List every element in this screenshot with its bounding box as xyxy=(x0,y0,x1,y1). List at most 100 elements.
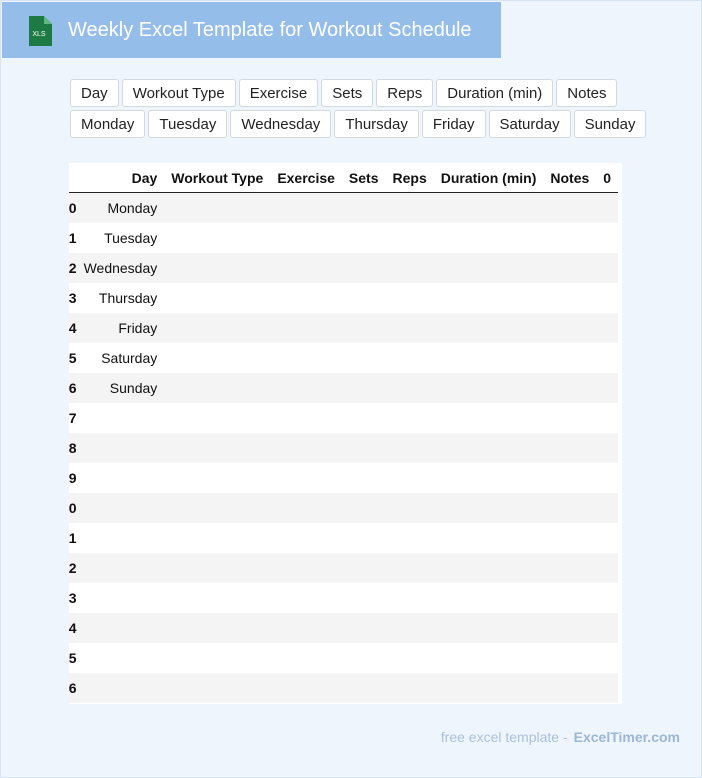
table-cell[interactable] xyxy=(596,553,619,583)
table-cell[interactable] xyxy=(596,343,619,373)
table-cell[interactable] xyxy=(433,463,544,493)
table-cell[interactable] xyxy=(543,192,597,223)
table-cell[interactable] xyxy=(596,463,619,493)
table-cell[interactable] xyxy=(341,523,386,553)
table-cell[interactable] xyxy=(341,583,386,613)
table-cell[interactable] xyxy=(433,403,544,433)
table-cell[interactable] xyxy=(164,583,271,613)
table-cell[interactable] xyxy=(270,433,342,463)
table-cell[interactable] xyxy=(433,283,544,313)
table-cell[interactable] xyxy=(341,283,386,313)
table-cell[interactable] xyxy=(433,583,544,613)
table-cell[interactable] xyxy=(270,583,342,613)
table-cell[interactable] xyxy=(596,643,619,673)
table-cell[interactable] xyxy=(385,463,434,493)
table-cell[interactable] xyxy=(543,343,597,373)
table-cell[interactable] xyxy=(270,403,342,433)
table-cell[interactable] xyxy=(385,403,434,433)
day-cell[interactable]: Saturday xyxy=(76,343,165,373)
column-chip[interactable]: Sunday xyxy=(573,110,647,138)
table-cell[interactable] xyxy=(270,253,342,283)
table-cell[interactable] xyxy=(270,523,342,553)
table-cell[interactable] xyxy=(164,192,271,223)
table-cell[interactable] xyxy=(543,403,597,433)
day-cell[interactable] xyxy=(76,553,165,583)
column-chip[interactable]: Exercise xyxy=(238,79,319,107)
footer-site-link[interactable]: ExcelTimer.com xyxy=(574,729,680,745)
table-cell[interactable] xyxy=(385,553,434,583)
day-cell[interactable]: Thursday xyxy=(76,283,165,313)
table-cell[interactable] xyxy=(385,583,434,613)
table-cell[interactable] xyxy=(433,673,544,703)
table-cell[interactable] xyxy=(164,433,271,463)
table-cell[interactable] xyxy=(164,673,271,703)
table-cell[interactable] xyxy=(596,433,619,463)
table-cell[interactable] xyxy=(433,223,544,253)
table-cell[interactable] xyxy=(270,373,342,403)
day-cell[interactable] xyxy=(76,523,165,553)
table-cell[interactable] xyxy=(164,253,271,283)
table-cell[interactable] xyxy=(270,313,342,343)
day-cell[interactable] xyxy=(76,613,165,643)
table-cell[interactable] xyxy=(543,673,597,703)
column-chip[interactable]: Duration (min) xyxy=(436,79,554,107)
table-cell[interactable] xyxy=(543,553,597,583)
table-cell[interactable] xyxy=(433,373,544,403)
table-cell[interactable] xyxy=(385,313,434,343)
day-cell[interactable]: Tuesday xyxy=(76,223,165,253)
table-cell[interactable] xyxy=(270,493,342,523)
table-cell[interactable] xyxy=(164,523,271,553)
table-cell[interactable] xyxy=(341,463,386,493)
table-cell[interactable] xyxy=(596,583,619,613)
table-cell[interactable] xyxy=(341,673,386,703)
table-cell[interactable] xyxy=(341,343,386,373)
table-cell[interactable] xyxy=(164,223,271,253)
day-cell[interactable] xyxy=(76,433,165,463)
table-cell[interactable] xyxy=(164,313,271,343)
table-cell[interactable] xyxy=(341,493,386,523)
column-chip[interactable]: Saturday xyxy=(488,110,571,138)
table-cell[interactable] xyxy=(341,223,386,253)
day-cell[interactable]: Wednesday xyxy=(76,253,165,283)
table-cell[interactable] xyxy=(385,253,434,283)
table-cell[interactable] xyxy=(543,223,597,253)
table-cell[interactable] xyxy=(543,253,597,283)
table-cell[interactable] xyxy=(164,283,271,313)
column-chip[interactable]: Workout Type xyxy=(121,79,236,107)
column-chip[interactable]: Notes xyxy=(556,79,618,107)
table-cell[interactable] xyxy=(543,643,597,673)
table-cell[interactable] xyxy=(341,253,386,283)
table-cell[interactable] xyxy=(341,643,386,673)
table-cell[interactable] xyxy=(543,313,597,343)
table-cell[interactable] xyxy=(164,463,271,493)
table-cell[interactable] xyxy=(385,523,434,553)
table-cell[interactable] xyxy=(385,192,434,223)
schedule-table-viewport[interactable]: Day Workout Type Exercise Sets Reps Duration … xyxy=(69,163,622,704)
table-cell[interactable] xyxy=(543,493,597,523)
table-cell[interactable] xyxy=(270,343,342,373)
column-chip[interactable]: Wednesday xyxy=(230,110,332,138)
day-cell[interactable] xyxy=(76,493,165,523)
table-cell[interactable] xyxy=(341,192,386,223)
table-cell[interactable] xyxy=(385,613,434,643)
table-cell[interactable] xyxy=(341,313,386,343)
day-cell[interactable]: Friday xyxy=(76,313,165,343)
table-cell[interactable] xyxy=(164,373,271,403)
table-cell[interactable] xyxy=(433,253,544,283)
day-cell[interactable] xyxy=(76,583,165,613)
table-cell[interactable] xyxy=(596,192,619,223)
table-cell[interactable] xyxy=(385,673,434,703)
table-cell[interactable] xyxy=(341,553,386,583)
day-cell[interactable] xyxy=(76,643,165,673)
table-cell[interactable] xyxy=(596,253,619,283)
column-chip[interactable]: Day xyxy=(70,79,119,107)
table-cell[interactable] xyxy=(596,373,619,403)
table-cell[interactable] xyxy=(433,493,544,523)
column-chip[interactable]: Sets xyxy=(321,79,374,107)
table-cell[interactable] xyxy=(543,373,597,403)
table-cell[interactable] xyxy=(433,613,544,643)
table-cell[interactable] xyxy=(433,553,544,583)
table-cell[interactable] xyxy=(270,283,342,313)
table-cell[interactable] xyxy=(433,313,544,343)
table-cell[interactable] xyxy=(433,433,544,463)
